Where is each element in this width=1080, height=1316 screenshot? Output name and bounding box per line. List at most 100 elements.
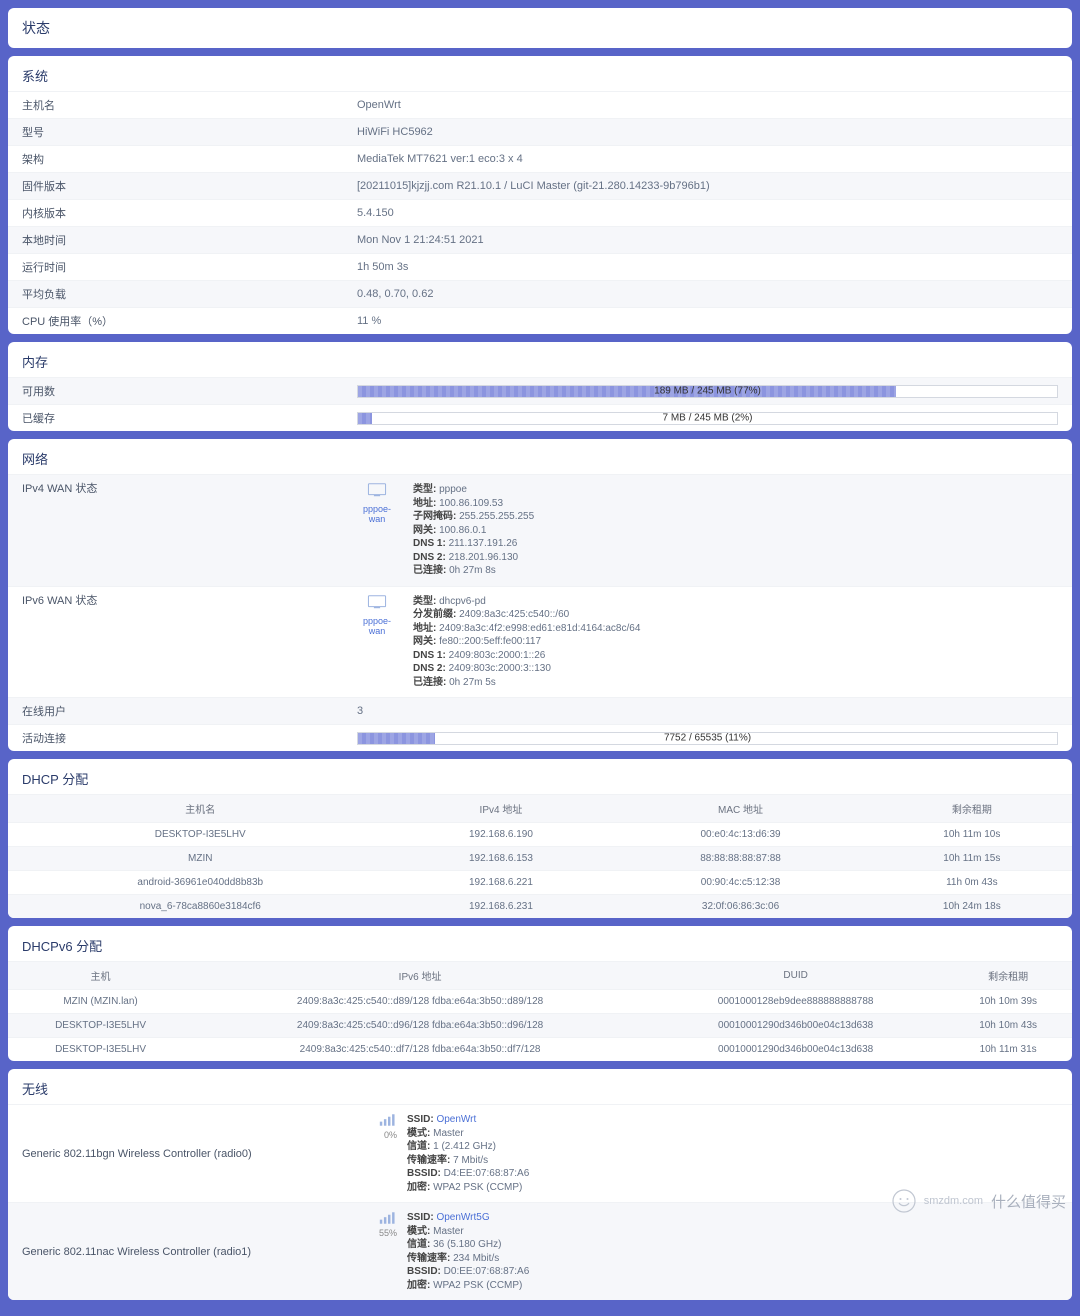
table-cell: 192.168.6.153 [392, 847, 609, 871]
system-value: 0.48, 0.70, 0.62 [357, 283, 1058, 305]
active-conn-label: 活动连接 [22, 725, 357, 751]
system-label: 型号 [22, 119, 357, 145]
table-cell: 10h 10m 43s [944, 1014, 1072, 1038]
ipv4-iface-badge[interactable]: pppoe-wan [357, 483, 397, 524]
ipv6-wan-label: IPv6 WAN 状态 [22, 587, 357, 613]
table-row: DESKTOP-I3E5LHV192.168.6.19000:e0:4c:13:… [8, 823, 1072, 847]
system-value: 5.4.150 [357, 202, 1058, 224]
wifi-radio-label: Generic 802.11nac Wireless Controller (r… [22, 1241, 357, 1263]
system-label: 固件版本 [22, 173, 357, 199]
table-cell: 192.168.6.231 [392, 895, 609, 919]
system-value: [20211015]kjzjj.com R21.10.1 / LuCI Mast… [357, 175, 1058, 197]
dhcp4-title: DHCP 分配 [8, 759, 1072, 795]
table-cell: 00010001290d346b00e04c13d638 [647, 1014, 944, 1038]
table-row: DESKTOP-I3E5LHV2409:8a3c:425:c540::d96/1… [8, 1014, 1072, 1038]
table-cell: 192.168.6.221 [392, 871, 609, 895]
table-header: 剩余租期 [944, 962, 1072, 990]
table-header: MAC 地址 [609, 795, 871, 823]
table-cell: DESKTOP-I3E5LHV [8, 1014, 193, 1038]
table-cell: android-36961e040dd8b83b [8, 871, 392, 895]
wifi-signal-pct: 55% [357, 1228, 397, 1238]
system-label: 架构 [22, 146, 357, 172]
table-cell: 88:88:88:88:87:88 [609, 847, 871, 871]
wifi-radio-label: Generic 802.11bgn Wireless Controller (r… [22, 1143, 357, 1165]
wifi-details: SSID: OpenWrt模式: Master信道: 1 (2.412 GHz)… [407, 1113, 529, 1194]
mem-available-bar: 189 MB / 245 MB (77%) [357, 385, 1058, 398]
ipv6-details: 类型: dhcpv6-pd分发前缀: 2409:8a3c:425:c540::/… [413, 595, 640, 690]
table-row: DESKTOP-I3E5LHV2409:8a3c:425:c540::df7/1… [8, 1038, 1072, 1062]
system-title: 系统 [8, 56, 1072, 92]
ipv4-details: 类型: pppoe地址: 100.86.109.53子网掩码: 255.255.… [413, 483, 534, 578]
memory-title: 内存 [8, 342, 1072, 378]
online-users-value: 3 [357, 700, 1058, 722]
table-cell: 32:0f:06:86:3c:06 [609, 895, 871, 919]
system-label: 主机名 [22, 92, 357, 118]
wifi-signal-pct: 0% [357, 1130, 397, 1140]
network-panel: 网络 IPv4 WAN 状态 pppoe-wan 类型: pppoe地址: 10… [8, 439, 1072, 751]
dhcp6-title: DHCPv6 分配 [8, 926, 1072, 962]
dhcp6-panel: DHCPv6 分配 主机IPv6 地址DUID剩余租期 MZIN (MZIN.l… [8, 926, 1072, 1061]
system-label: 内核版本 [22, 200, 357, 226]
table-cell: MZIN (MZIN.lan) [8, 990, 193, 1014]
system-value: OpenWrt [357, 94, 1058, 116]
dhcp4-panel: DHCP 分配 主机名IPv4 地址MAC 地址剩余租期 DESKTOP-I3E… [8, 759, 1072, 918]
table-cell: 192.168.6.190 [392, 823, 609, 847]
ipv6-iface-badge[interactable]: pppoe-wan [357, 595, 397, 636]
dhcp4-table: 主机名IPv4 地址MAC 地址剩余租期 DESKTOP-I3E5LHV192.… [8, 795, 1072, 918]
network-title: 网络 [8, 439, 1072, 475]
table-cell: 00:e0:4c:13:d6:39 [609, 823, 871, 847]
table-header: IPv6 地址 [193, 962, 647, 990]
signal-icon [379, 1113, 397, 1127]
memory-panel: 内存 可用数 189 MB / 245 MB (77%) 已缓存 7 MB / … [8, 342, 1072, 431]
table-cell: 2409:8a3c:425:c540::df7/128 fdba:e64a:3b… [193, 1038, 647, 1062]
status-header: 状态 [8, 8, 1072, 48]
table-cell: 2409:8a3c:425:c540::d96/128 fdba:e64a:3b… [193, 1014, 647, 1038]
online-users-label: 在线用户 [22, 698, 357, 724]
wifi-iface-badge[interactable]: 55% [357, 1211, 397, 1238]
wifi-details: SSID: OpenWrt5G模式: Master信道: 36 (5.180 G… [407, 1211, 529, 1292]
dhcp6-table: 主机IPv6 地址DUID剩余租期 MZIN (MZIN.lan)2409:8a… [8, 962, 1072, 1061]
table-cell: MZIN [8, 847, 392, 871]
network-port-icon [367, 483, 387, 497]
table-cell: 10h 24m 18s [872, 895, 1072, 919]
wifi-iface-badge[interactable]: 0% [357, 1113, 397, 1140]
ipv4-wan-label: IPv4 WAN 状态 [22, 475, 357, 501]
system-label: CPU 使用率（%） [22, 308, 357, 334]
active-conn-bar: 7752 / 65535 (11%) [357, 732, 1058, 745]
table-cell: nova_6-78ca8860e3184cf6 [8, 895, 392, 919]
system-value: HiWiFi HC5962 [357, 121, 1058, 143]
table-cell: 11h 0m 43s [872, 871, 1072, 895]
system-value: MediaTek MT7621 ver:1 eco:3 x 4 [357, 148, 1058, 170]
table-cell: DESKTOP-I3E5LHV [8, 823, 392, 847]
wireless-panel: 无线 Generic 802.11bgn Wireless Controller… [8, 1069, 1072, 1300]
table-cell: 00:90:4c:c5:12:38 [609, 871, 871, 895]
table-cell: 10h 10m 39s [944, 990, 1072, 1014]
system-label: 本地时间 [22, 227, 357, 253]
system-panel: 系统 主机名OpenWrt型号HiWiFi HC5962架构MediaTek M… [8, 56, 1072, 334]
table-cell: DESKTOP-I3E5LHV [8, 1038, 193, 1062]
mem-cached-label: 已缓存 [22, 405, 357, 431]
table-cell: 00010001290d346b00e04c13d638 [647, 1038, 944, 1062]
table-cell: 10h 11m 31s [944, 1038, 1072, 1062]
table-row: MZIN (MZIN.lan)2409:8a3c:425:c540::d89/1… [8, 990, 1072, 1014]
network-port-icon [367, 595, 387, 609]
system-value: 11 % [357, 310, 1058, 332]
table-cell: 10h 11m 10s [872, 823, 1072, 847]
table-row: android-36961e040dd8b83b192.168.6.22100:… [8, 871, 1072, 895]
mem-available-text: 189 MB / 245 MB (77%) [358, 386, 1057, 397]
system-value: Mon Nov 1 21:24:51 2021 [357, 229, 1058, 251]
table-cell: 2409:8a3c:425:c540::d89/128 fdba:e64a:3b… [193, 990, 647, 1014]
system-value: 1h 50m 3s [357, 256, 1058, 278]
table-cell: 10h 11m 15s [872, 847, 1072, 871]
table-header: 主机名 [8, 795, 392, 823]
active-conn-text: 7752 / 65535 (11%) [358, 733, 1057, 744]
system-label: 运行时间 [22, 254, 357, 280]
mem-cached-text: 7 MB / 245 MB (2%) [358, 413, 1057, 424]
table-header: DUID [647, 962, 944, 990]
table-row: MZIN192.168.6.15388:88:88:88:87:8810h 11… [8, 847, 1072, 871]
page-title: 状态 [8, 8, 1072, 48]
mem-available-label: 可用数 [22, 378, 357, 404]
mem-cached-bar: 7 MB / 245 MB (2%) [357, 412, 1058, 425]
wireless-title: 无线 [8, 1069, 1072, 1105]
system-label: 平均负载 [22, 281, 357, 307]
